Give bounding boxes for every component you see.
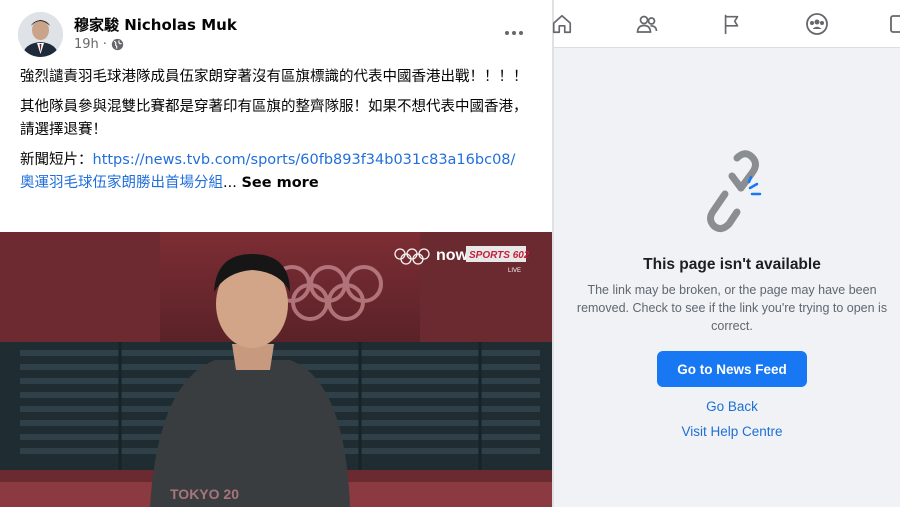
post-paragraph-3: 新聞短片：https://news.tvb.com/sports/60fb893… [20,152,516,191]
post-options-button[interactable] [500,22,528,44]
post-timestamp[interactable]: 19h [74,37,99,52]
globe-icon [111,38,124,51]
video-icon[interactable] [886,10,900,38]
author-avatar[interactable] [18,12,63,57]
groups-icon[interactable] [803,10,831,38]
news-title-link[interactable]: 奧運羽毛球伍家朗勝出首場分組 [20,175,223,191]
video-broadcaster-logo: now [436,247,469,264]
broken-link-icon [697,148,769,234]
see-more-button[interactable]: See more [241,175,318,191]
post-body: 強烈譴責羽毛球港隊成員伍家朗穿著沒有區旗標識的代表中國香港出戰！！！！ 其他隊員… [20,66,540,202]
news-label: 新聞短片： [20,152,93,168]
post-paragraph-2: 其他隊員參與混雙比賽都是穿著印有區旗的整齊隊服！如果不想代表中國香港，請選擇退賽… [20,99,528,138]
post-author-name[interactable]: 穆家駿 Nicholas Muk [74,14,237,35]
post-video[interactable]: now SPORTS 602 LIVE TOKYO 20 [0,232,552,507]
friends-icon[interactable] [633,10,661,38]
visit-help-centre-link[interactable]: Visit Help Centre [554,424,900,439]
video-channel-label: SPORTS 602 [469,250,530,261]
news-url-link[interactable]: https://news.tvb.com/sports/60fb893f34b0… [93,152,516,168]
video-venue-text: TOKYO 20 [170,486,239,502]
more-dots-icon [505,31,509,35]
unavailable-title: This page isn't available [643,256,821,273]
home-icon[interactable] [548,10,576,38]
video-live-label: LIVE [508,268,521,274]
pages-flag-icon[interactable] [718,10,746,38]
post-header: 穆家駿 Nicholas Muk 19h · [18,12,536,58]
page-unavailable-panel: This page isn't available The link may b… [552,0,900,507]
go-back-link[interactable]: Go Back [554,399,900,414]
go-to-news-feed-button[interactable]: Go to News Feed [657,351,807,387]
unavailable-description: The link may be broken, or the page may … [576,283,888,333]
post-paragraph-1: 強烈譴責羽毛球港隊成員伍家朗穿著沒有區旗標識的代表中國香港出戰！！！！ [20,69,528,85]
top-navigation [552,0,900,48]
facebook-post: 穆家駿 Nicholas Muk 19h · 強烈譴責羽毛球港隊成員伍家朗穿著沒… [0,0,552,507]
post-meta: 19h · [74,37,124,52]
